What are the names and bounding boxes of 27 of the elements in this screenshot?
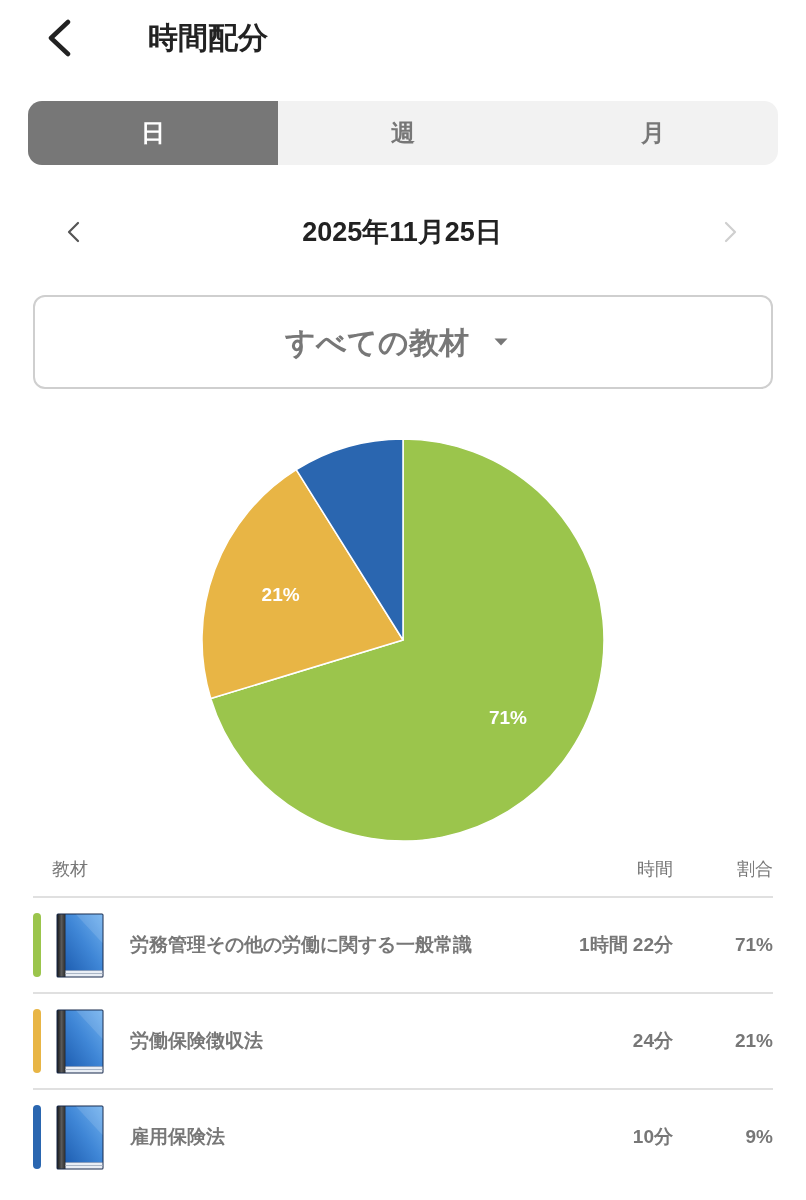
study-time: 24分 <box>631 1028 673 1053</box>
book-icon <box>56 1104 104 1170</box>
subject-name: 労働保険徴収法 <box>130 1028 264 1053</box>
period-tab[interactable]: 日 <box>28 101 278 165</box>
material-filter-dropdown[interactable]: すべての教材 <box>33 295 773 389</box>
caret-down-icon <box>493 338 508 346</box>
chevron-left-icon <box>66 221 80 243</box>
book-icon <box>56 1008 104 1074</box>
chevron-right-icon <box>724 221 738 243</box>
subject-name: 労務管理その他の労働に関する一般常識 <box>130 932 473 957</box>
page-title: 時間配分 <box>148 20 268 56</box>
date-label: 2025年11月25日 <box>302 215 502 249</box>
slice-label: 71% <box>489 707 527 729</box>
period-tab[interactable]: 週 <box>278 101 528 165</box>
study-time: 10分 <box>631 1124 673 1149</box>
period-tab[interactable]: 月 <box>528 101 778 165</box>
column-header: 時間 <box>636 858 673 881</box>
study-time: 1時間 22分 <box>578 932 673 957</box>
column-header: 教材 <box>52 858 89 881</box>
slice-label: 21% <box>261 583 300 605</box>
previous-day-button[interactable] <box>66 221 80 243</box>
column-header: 割合 <box>736 858 773 881</box>
share-percent: 71% <box>733 932 773 957</box>
book-icon <box>56 912 104 978</box>
share-percent: 21% <box>733 1028 773 1053</box>
subject-name: 雇用保険法 <box>130 1124 226 1149</box>
share-percent: 9% <box>744 1124 773 1149</box>
